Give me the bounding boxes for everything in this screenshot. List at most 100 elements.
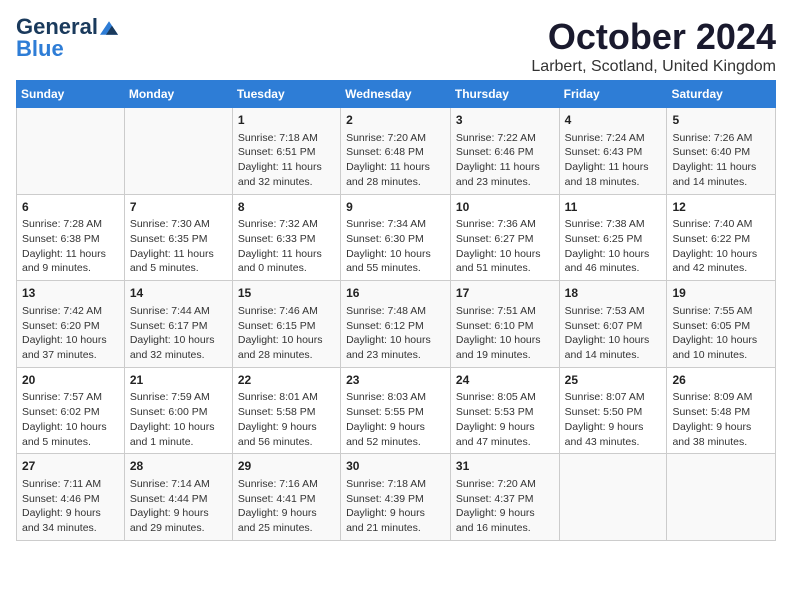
day-info: Sunrise: 8:09 AM Sunset: 5:48 PM Dayligh… [672, 390, 770, 449]
day-info: Sunrise: 7:38 AM Sunset: 6:25 PM Dayligh… [565, 217, 662, 276]
calendar-cell: 4 Sunrise: 7:24 AM Sunset: 6:43 PM Daylig… [559, 108, 667, 195]
day-number: 31 [456, 458, 554, 475]
calendar-cell [559, 454, 667, 541]
calendar-week-row: 13 Sunrise: 7:42 AM Sunset: 6:20 PM Dayli… [17, 281, 776, 368]
day-number: 8 [238, 199, 335, 216]
day-of-week-header: Thursday [450, 81, 559, 108]
calendar-cell: 22Sunrise: 8:01 AM Sunset: 5:58 PM Dayli… [232, 367, 340, 454]
day-info: Sunrise: 8:03 AM Sunset: 5:55 PM Dayligh… [346, 390, 445, 449]
day-info: Sunrise: 8:07 AM Sunset: 5:50 PM Dayligh… [565, 390, 662, 449]
day-info: Sunrise: 8:05 AM Sunset: 5:53 PM Dayligh… [456, 390, 554, 449]
day-info: Sunrise: 7:20 AM Sunset: 4:37 PM Dayligh… [456, 477, 554, 536]
calendar-cell: 31 Sunrise: 7:20 AM Sunset: 4:37 PM Dayli… [450, 454, 559, 541]
day-number: 29 [238, 458, 335, 475]
day-info: Sunrise: 7:28 AM Sunset: 6:38 PM Dayligh… [22, 217, 119, 276]
day-info: Sunrise: 7:22 AM Sunset: 6:46 PM Dayligh… [456, 131, 554, 190]
calendar-cell [667, 454, 776, 541]
calendar-cell: 3Sunrise: 7:22 AM Sunset: 6:46 PM Daylig… [450, 108, 559, 195]
calendar-cell: 17Sunrise: 7:51 AM Sunset: 6:10 PM Dayli… [450, 281, 559, 368]
day-info: Sunrise: 7:14 AM Sunset: 4:44 PM Dayligh… [130, 477, 227, 536]
day-number: 2 [346, 112, 445, 129]
calendar-cell: 11Sunrise: 7:38 AM Sunset: 6:25 PM Dayli… [559, 194, 667, 281]
day-number: 28 [130, 458, 227, 475]
calendar-cell: 28 Sunrise: 7:14 AM Sunset: 4:44 PM Dayli… [124, 454, 232, 541]
day-number: 19 [672, 285, 770, 302]
calendar-cell: 7Sunrise: 7:30 AM Sunset: 6:35 PM Daylig… [124, 194, 232, 281]
day-number: 14 [130, 285, 227, 302]
day-info: Sunrise: 7:18 AM Sunset: 6:51 PM Dayligh… [238, 131, 335, 190]
day-number: 4 [565, 112, 662, 129]
calendar-cell: 27 Sunrise: 7:11 AM Sunset: 4:46 PM Dayli… [17, 454, 125, 541]
calendar-cell: 20Sunrise: 7:57 AM Sunset: 6:02 PM Dayli… [17, 367, 125, 454]
day-of-week-header: Friday [559, 81, 667, 108]
calendar-cell: 8Sunrise: 7:32 AM Sunset: 6:33 PM Daylig… [232, 194, 340, 281]
day-number: 30 [346, 458, 445, 475]
day-info: Sunrise: 7:24 AM Sunset: 6:43 PM Dayligh… [565, 131, 662, 190]
logo-blue-text: Blue [16, 36, 64, 61]
calendar-cell: 21Sunrise: 7:59 AM Sunset: 6:00 PM Dayli… [124, 367, 232, 454]
day-number: 21 [130, 372, 227, 389]
calendar-week-row: 27 Sunrise: 7:11 AM Sunset: 4:46 PM Dayli… [17, 454, 776, 541]
calendar-cell: 23Sunrise: 8:03 AM Sunset: 5:55 PM Dayli… [341, 367, 451, 454]
day-info: Sunrise: 7:32 AM Sunset: 6:33 PM Dayligh… [238, 217, 335, 276]
calendar-cell: 29Sunrise: 7:16 AM Sunset: 4:41 PM Dayli… [232, 454, 340, 541]
day-number: 25 [565, 372, 662, 389]
calendar-cell: 16 Sunrise: 7:48 AM Sunset: 6:12 PM Dayli… [341, 281, 451, 368]
calendar-cell: 25Sunrise: 8:07 AM Sunset: 5:50 PM Dayli… [559, 367, 667, 454]
calendar-cell [124, 108, 232, 195]
calendar-cell: 24Sunrise: 8:05 AM Sunset: 5:53 PM Dayli… [450, 367, 559, 454]
day-number: 22 [238, 372, 335, 389]
calendar-cell: 9Sunrise: 7:34 AM Sunset: 6:30 PM Daylig… [341, 194, 451, 281]
calendar-cell: 19 Sunrise: 7:55 AM Sunset: 6:05 PM Dayli… [667, 281, 776, 368]
day-number: 1 [238, 112, 335, 129]
day-of-week-header: Tuesday [232, 81, 340, 108]
day-number: 6 [22, 199, 119, 216]
day-info: Sunrise: 7:55 AM Sunset: 6:05 PM Dayligh… [672, 304, 770, 363]
calendar-subtitle: Larbert, Scotland, United Kingdom [531, 58, 776, 76]
day-info: Sunrise: 7:48 AM Sunset: 6:12 PM Dayligh… [346, 304, 445, 363]
calendar-cell: 6Sunrise: 7:28 AM Sunset: 6:38 PM Daylig… [17, 194, 125, 281]
day-of-week-header: Saturday [667, 81, 776, 108]
day-number: 23 [346, 372, 445, 389]
day-number: 18 [565, 285, 662, 302]
calendar-week-row: 1 Sunrise: 7:18 AM Sunset: 6:51 PM Daylig… [17, 108, 776, 195]
calendar-header-row: SundayMondayTuesdayWednesdayThursdayFrid… [17, 81, 776, 108]
calendar-cell: 10Sunrise: 7:36 AM Sunset: 6:27 PM Dayli… [450, 194, 559, 281]
day-of-week-header: Monday [124, 81, 232, 108]
day-number: 11 [565, 199, 662, 216]
day-info: Sunrise: 7:36 AM Sunset: 6:27 PM Dayligh… [456, 217, 554, 276]
day-number: 13 [22, 285, 119, 302]
logo-text: General [16, 16, 118, 38]
day-of-week-header: Wednesday [341, 81, 451, 108]
day-info: Sunrise: 7:57 AM Sunset: 6:02 PM Dayligh… [22, 390, 119, 449]
calendar-week-row: 20Sunrise: 7:57 AM Sunset: 6:02 PM Dayli… [17, 367, 776, 454]
header: General Blue October 2024 Larbert, Scotl… [16, 16, 776, 76]
day-number: 15 [238, 285, 335, 302]
calendar-cell: 14 Sunrise: 7:44 AM Sunset: 6:17 PM Dayli… [124, 281, 232, 368]
day-info: Sunrise: 7:40 AM Sunset: 6:22 PM Dayligh… [672, 217, 770, 276]
day-info: Sunrise: 7:30 AM Sunset: 6:35 PM Dayligh… [130, 217, 227, 276]
calendar-cell: 5 Sunrise: 7:26 AM Sunset: 6:40 PM Daylig… [667, 108, 776, 195]
calendar-cell: 12Sunrise: 7:40 AM Sunset: 6:22 PM Dayli… [667, 194, 776, 281]
day-info: Sunrise: 7:44 AM Sunset: 6:17 PM Dayligh… [130, 304, 227, 363]
day-number: 26 [672, 372, 770, 389]
day-number: 27 [22, 458, 119, 475]
day-number: 12 [672, 199, 770, 216]
day-info: Sunrise: 7:42 AM Sunset: 6:20 PM Dayligh… [22, 304, 119, 363]
logo: General Blue [16, 16, 118, 61]
day-number: 20 [22, 372, 119, 389]
day-info: Sunrise: 7:11 AM Sunset: 4:46 PM Dayligh… [22, 477, 119, 536]
day-number: 16 [346, 285, 445, 302]
day-info: Sunrise: 7:59 AM Sunset: 6:00 PM Dayligh… [130, 390, 227, 449]
calendar-cell: 15Sunrise: 7:46 AM Sunset: 6:15 PM Dayli… [232, 281, 340, 368]
calendar-table: SundayMondayTuesdayWednesdayThursdayFrid… [16, 80, 776, 541]
calendar-cell: 2 Sunrise: 7:20 AM Sunset: 6:48 PM Daylig… [341, 108, 451, 195]
calendar-cell: 1 Sunrise: 7:18 AM Sunset: 6:51 PM Daylig… [232, 108, 340, 195]
day-number: 9 [346, 199, 445, 216]
calendar-cell: 26Sunrise: 8:09 AM Sunset: 5:48 PM Dayli… [667, 367, 776, 454]
calendar-week-row: 6Sunrise: 7:28 AM Sunset: 6:38 PM Daylig… [17, 194, 776, 281]
day-info: Sunrise: 7:26 AM Sunset: 6:40 PM Dayligh… [672, 131, 770, 190]
day-info: Sunrise: 7:20 AM Sunset: 6:48 PM Dayligh… [346, 131, 445, 190]
day-number: 5 [672, 112, 770, 129]
day-info: Sunrise: 7:53 AM Sunset: 6:07 PM Dayligh… [565, 304, 662, 363]
